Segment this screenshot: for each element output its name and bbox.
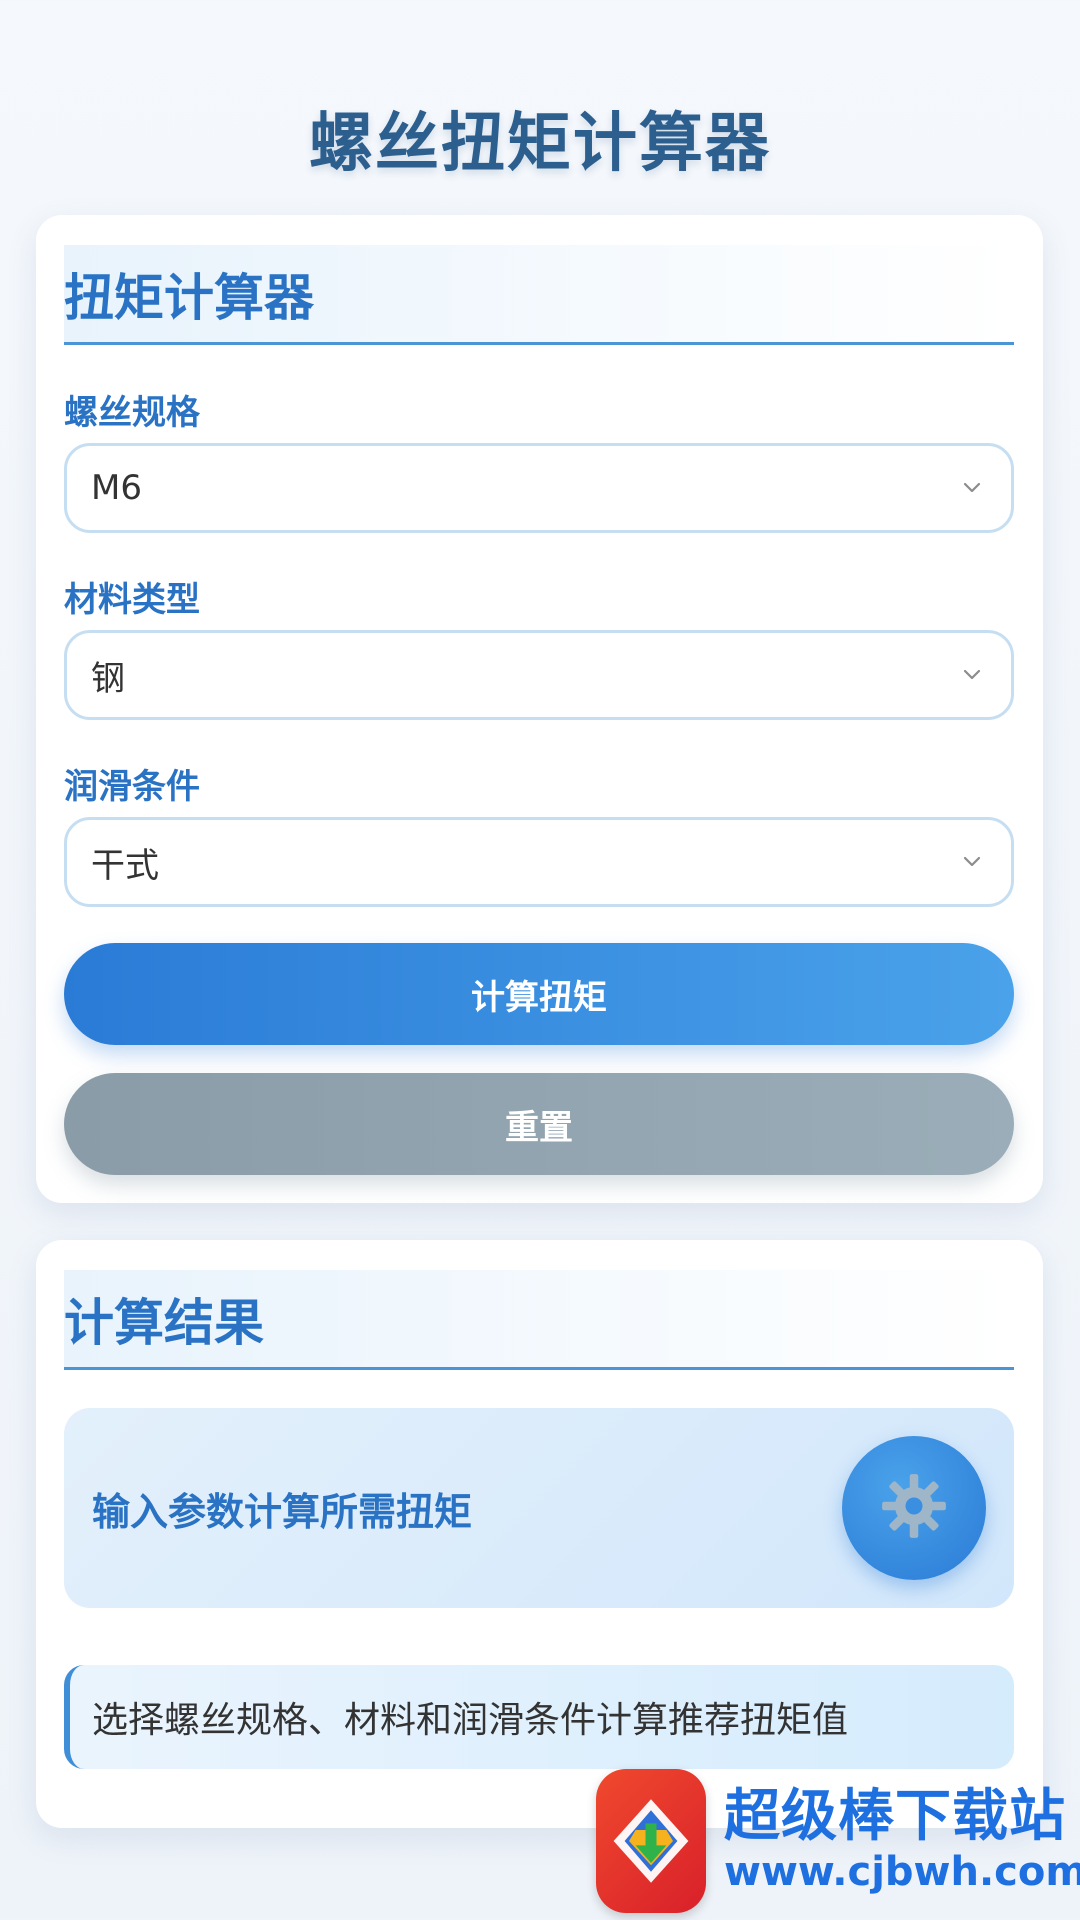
result-placeholder-text: 输入参数计算所需扭矩 (92, 1489, 473, 1534)
result-card-header: 计算结果 (64, 1270, 1014, 1370)
lubrication-value: 干式 (91, 845, 159, 886)
material-type-value: 钢 (91, 658, 125, 699)
chevron-down-icon (959, 475, 985, 501)
gear-badge (842, 1436, 986, 1580)
hint-box: 选择螺丝规格、材料和润滑条件计算推荐扭矩值 (64, 1665, 1014, 1769)
calculator-card-header: 扭矩计算器 (64, 245, 1014, 345)
screw-spec-label: 螺丝规格 (64, 393, 200, 433)
gear-icon (880, 1472, 948, 1544)
material-type-label: 材料类型 (64, 580, 200, 620)
watermark-name: 超级棒下载站 (724, 1784, 1066, 1850)
screw-spec-value: M6 (91, 468, 142, 508)
calculator-heading: 扭矩计算器 (64, 268, 314, 327)
calculator-card: 扭矩计算器 螺丝规格 M6 材料类型 钢 润滑条件 干式 计算扭矩 重置 (36, 215, 1043, 1203)
material-type-select[interactable]: 钢 (64, 630, 1014, 720)
calculate-torque-button[interactable]: 计算扭矩 (64, 943, 1014, 1045)
result-card: 计算结果 输入参数计算所需扭矩 选择螺丝规格、材料和润滑条件计算推荐扭矩值 (36, 1240, 1043, 1828)
watermark-url: www.cjbwh.com (724, 1848, 1080, 1895)
result-heading: 计算结果 (64, 1293, 264, 1352)
result-display: 输入参数计算所需扭矩 (64, 1408, 1014, 1608)
hint-text: 选择螺丝规格、材料和润滑条件计算推荐扭矩值 (92, 1700, 849, 1741)
chevron-down-icon (959, 662, 985, 688)
lubrication-label: 润滑条件 (64, 767, 200, 807)
chevron-down-icon (959, 849, 985, 875)
screw-spec-select[interactable]: M6 (64, 443, 1014, 533)
lubrication-select[interactable]: 干式 (64, 817, 1014, 907)
page-title: 螺丝扭矩计算器 (309, 107, 771, 181)
download-logo-icon (596, 1769, 706, 1913)
watermark: 超级棒下载站 www.cjbwh.com (596, 1762, 1080, 1920)
reset-button[interactable]: 重置 (64, 1073, 1014, 1175)
